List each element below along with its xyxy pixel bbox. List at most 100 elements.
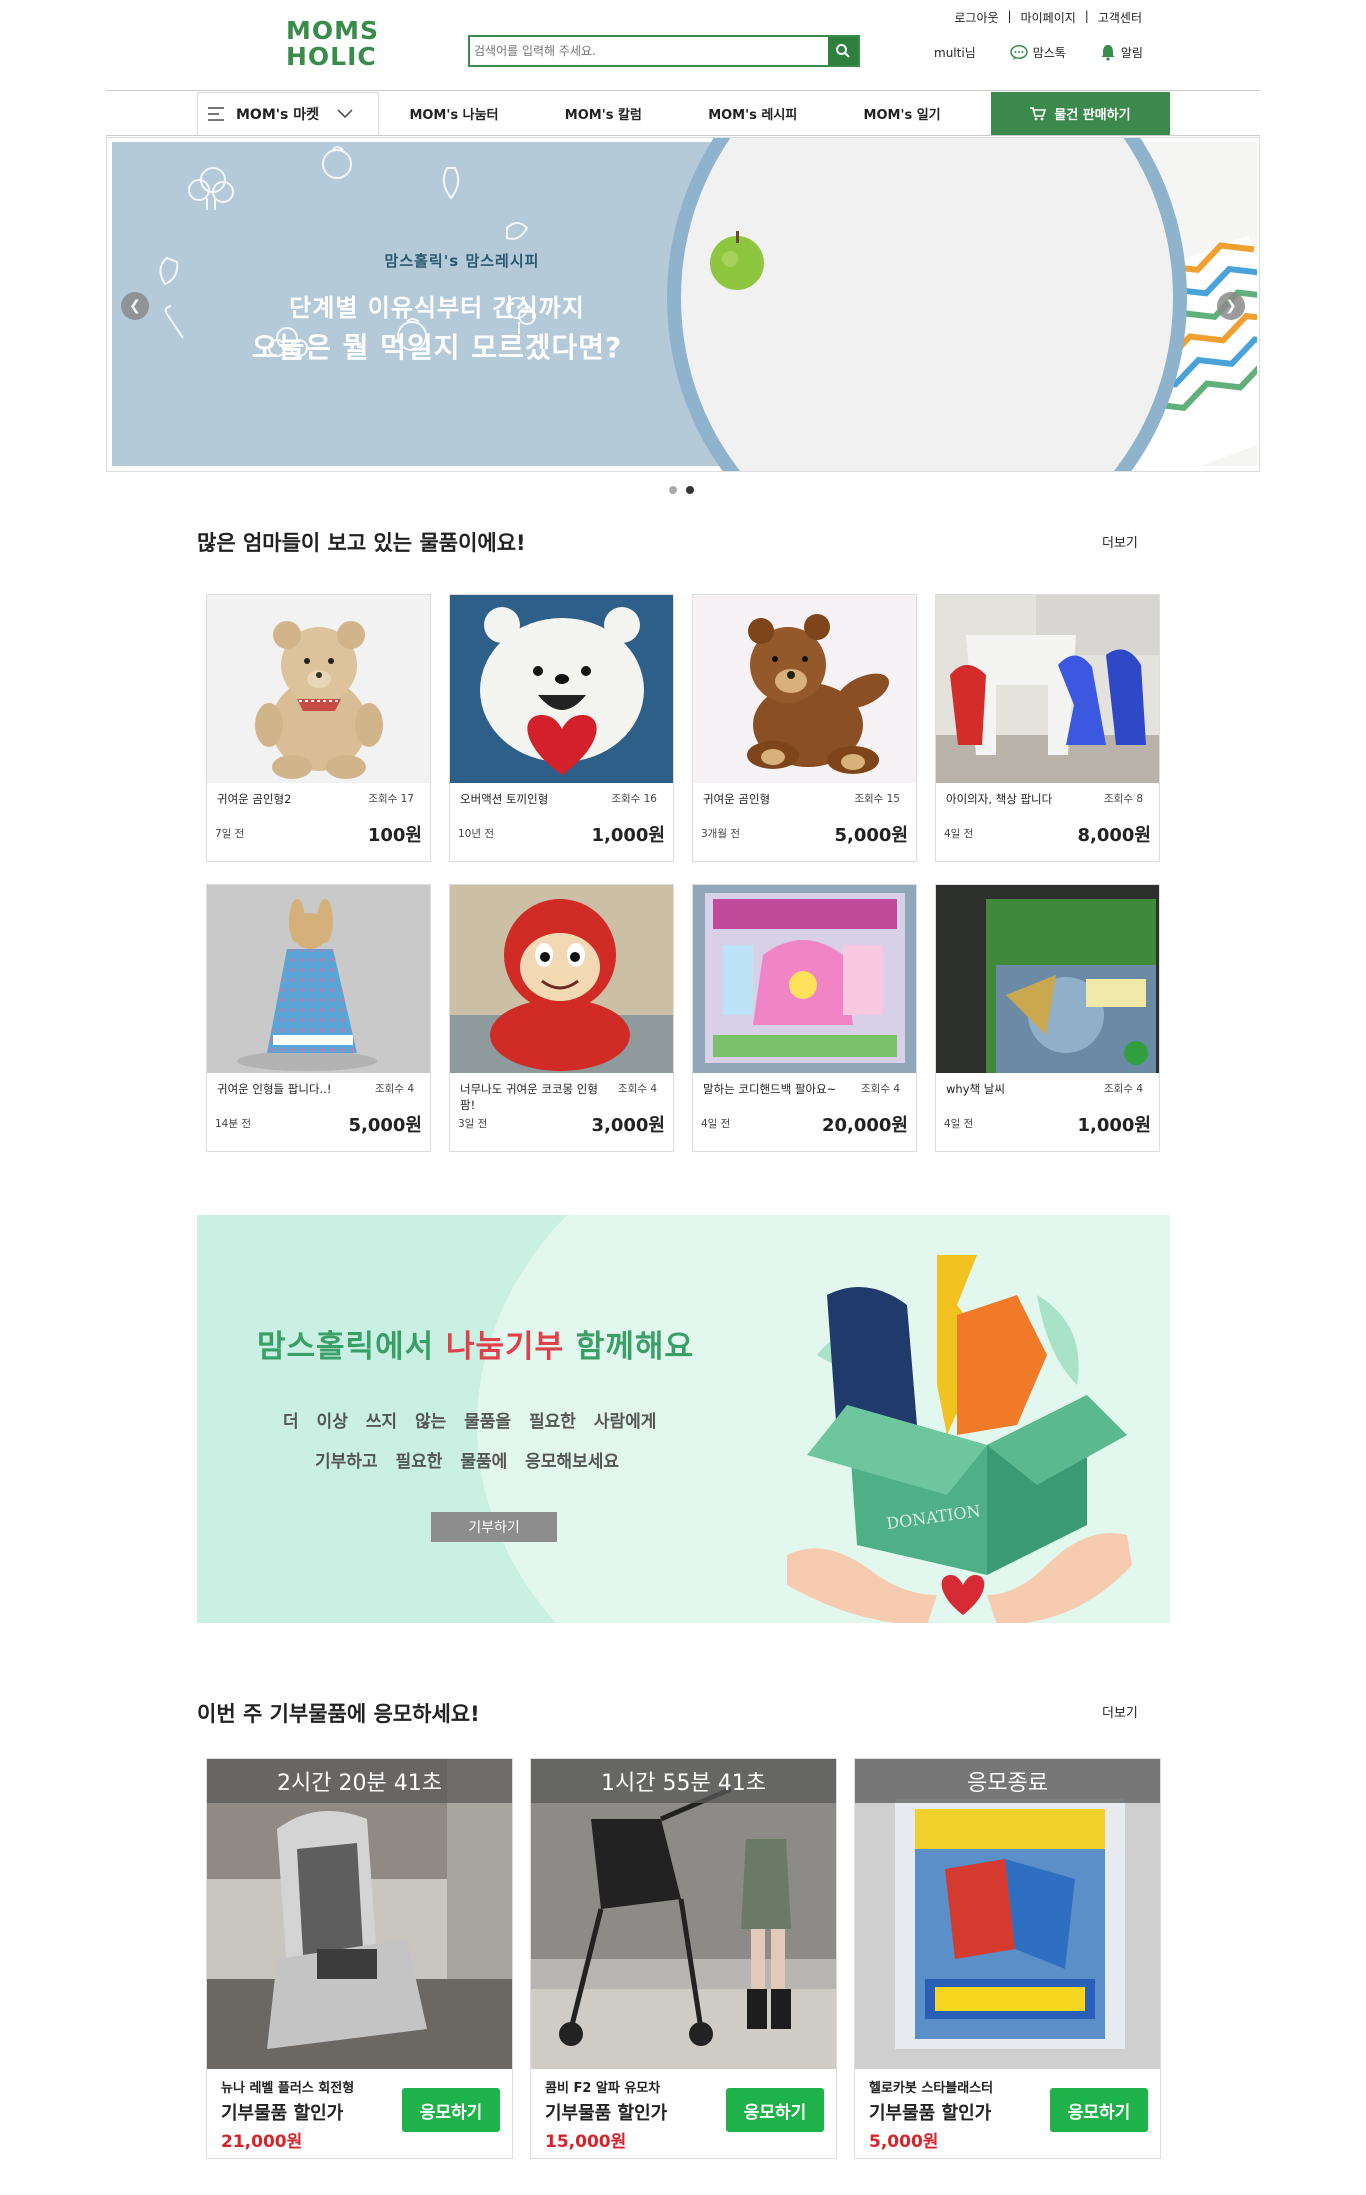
user-bar: multi님 맘스톡 알림 bbox=[934, 44, 1177, 61]
product-time: 14분 전 bbox=[215, 1118, 252, 1130]
donation-image[interactable]: 2시간 20분 41초 bbox=[207, 1759, 512, 2069]
apply-button[interactable]: 응모하기 bbox=[1050, 2088, 1148, 2132]
product-image[interactable] bbox=[207, 595, 430, 783]
donate-button[interactable]: 기부하기 bbox=[431, 1512, 557, 1542]
product-name[interactable]: why책 날씨 bbox=[946, 1081, 1086, 1097]
search-icon bbox=[836, 44, 850, 58]
popular-more-link[interactable]: 더보기 bbox=[1102, 532, 1138, 551]
product-image[interactable] bbox=[450, 885, 673, 1073]
product-image[interactable] bbox=[693, 595, 916, 783]
product-time: 3개월 전 bbox=[701, 828, 740, 840]
product-image[interactable] bbox=[936, 595, 1159, 783]
logo-line2: HOLIC bbox=[286, 42, 377, 71]
mypage-link[interactable]: 마이페이지 bbox=[1021, 9, 1076, 26]
hamburger-icon bbox=[208, 107, 224, 121]
product-name[interactable]: 너무나도 귀여운 코코몽 인형 팜! bbox=[460, 1081, 600, 1113]
nav-divider bbox=[106, 135, 1260, 136]
main-nav: MOM's 마켓 MOM's 나눔터 MOM's 칼럼 MOM's 레시피 MO… bbox=[197, 92, 1171, 135]
product-card[interactable]: 말하는 코디핸드백 팔아요~ 조회수 4 4일 전 20,000원 bbox=[692, 884, 917, 1152]
donation-more-link[interactable]: 더보기 bbox=[1102, 1702, 1138, 1721]
countdown-timer: 2시간 20분 41초 bbox=[207, 1759, 512, 1803]
banner-title-b: 나눔기부 bbox=[445, 1329, 565, 1365]
product-card[interactable]: 너무나도 귀여운 코코몽 인형 팜! 조회수 4 3일 전 3,000원 bbox=[449, 884, 674, 1152]
product-card[interactable]: why책 날씨 조회수 4 4일 전 1,000원 bbox=[935, 884, 1160, 1152]
product-image[interactable] bbox=[450, 595, 673, 783]
product-name[interactable]: 귀여운 곰인형2 bbox=[217, 791, 357, 807]
product-card[interactable]: 귀여운 곰인형 조회수 15 3개월 전 5,000원 bbox=[692, 594, 917, 862]
divider: | bbox=[1007, 9, 1012, 23]
nav-column[interactable]: MOM's 칼럼 bbox=[529, 92, 678, 135]
hero-carousel: 맘스홀릭's 맘스레시피 단계별 이유식부터 간식까지 오늘은 뭘 먹일지 모르… bbox=[106, 137, 1260, 472]
nav-recipe[interactable]: MOM's 레시피 bbox=[678, 92, 827, 135]
chat-label: 맘스톡 bbox=[1032, 46, 1066, 60]
carousel-dots bbox=[669, 486, 694, 494]
cart-icon bbox=[1030, 106, 1047, 120]
sell-button[interactable]: 물건 판매하기 bbox=[990, 92, 1171, 135]
product-name[interactable]: 아이의자, 책상 팝니다 bbox=[946, 791, 1086, 807]
donation-price: 5,000원 bbox=[869, 2132, 939, 2152]
product-views: 조회수 15 bbox=[854, 793, 900, 805]
product-price: 5,000원 bbox=[834, 825, 909, 846]
product-card[interactable]: 아이의자, 책상 팝니다 조회수 8 4일 전 8,000원 bbox=[935, 594, 1160, 862]
donation-item-name[interactable]: 콤비 F2 알파 유모차 bbox=[545, 2077, 660, 2096]
product-card[interactable]: 오버액션 토끼인형 조회수 16 10년 전 1,000원 bbox=[449, 594, 674, 862]
carousel-dot-2[interactable] bbox=[686, 486, 694, 494]
product-image[interactable] bbox=[207, 885, 430, 1073]
donation-card[interactable]: 1시간 55분 41초 콤비 F2 알파 유모차 기부물품 할인가 15,000… bbox=[530, 1758, 837, 2159]
carousel-dot-1[interactable] bbox=[669, 486, 677, 494]
search-bar bbox=[468, 35, 860, 67]
nav-diary[interactable]: MOM's 일기 bbox=[827, 92, 976, 135]
donation-section-title: 이번 주 기부물품에 응모하세요! bbox=[197, 1702, 480, 1726]
header-divider bbox=[106, 90, 1260, 91]
product-name[interactable]: 오버액션 토끼인형 bbox=[460, 791, 600, 807]
donation-item-name[interactable]: 뉴나 레벨 플러스 회전형 bbox=[221, 2077, 354, 2096]
product-time: 7일 전 bbox=[215, 828, 245, 840]
alarm-link[interactable]: 알림 bbox=[1100, 44, 1143, 61]
product-views: 조회수 16 bbox=[611, 793, 657, 805]
brown-bear-image bbox=[693, 595, 916, 783]
search-input[interactable] bbox=[470, 37, 820, 65]
product-card[interactable]: 귀여운 인형들 팝니다..! 조회수 4 14분 전 5,000원 bbox=[206, 884, 431, 1152]
product-views: 조회수 4 bbox=[375, 1083, 414, 1095]
product-name[interactable]: 귀여운 인형들 팝니다..! bbox=[217, 1081, 357, 1097]
banner-title-a: 맘스홀릭에서 bbox=[257, 1329, 446, 1365]
carousel-prev-button[interactable]: ❮ bbox=[121, 292, 149, 320]
toy-handbag-image bbox=[693, 885, 916, 1073]
chevron-right-icon: ❯ bbox=[1225, 298, 1237, 314]
search-button[interactable] bbox=[828, 37, 858, 65]
donation-card[interactable]: 2시간 20분 41초 뉴나 레벨 플러스 회전형 기부물품 할인가 21,00… bbox=[206, 1758, 513, 2159]
popular-section-title: 많은 엄마들이 보고 있는 물품이에요! bbox=[197, 531, 526, 555]
product-price: 5,000원 bbox=[348, 1115, 423, 1136]
category-menu[interactable]: MOM's 마켓 bbox=[197, 92, 380, 135]
username[interactable]: multi님 bbox=[934, 44, 976, 61]
bell-icon bbox=[1101, 45, 1115, 61]
alarm-label: 알림 bbox=[1120, 46, 1143, 60]
customer-center-link[interactable]: 고객센터 bbox=[1098, 9, 1142, 26]
product-time: 4일 전 bbox=[701, 1118, 731, 1130]
product-name[interactable]: 귀여운 곰인형 bbox=[703, 791, 843, 807]
apply-button[interactable]: 응모하기 bbox=[726, 2088, 824, 2132]
chat-link[interactable]: 맘스톡 bbox=[1009, 44, 1066, 61]
donation-image[interactable]: 1시간 55분 41초 bbox=[531, 1759, 836, 2069]
donation-image[interactable]: 응모종료 bbox=[855, 1759, 1160, 2069]
carousel-next-button[interactable]: ❯ bbox=[1217, 292, 1245, 320]
chevron-left-icon: ❮ bbox=[129, 298, 141, 314]
donation-price: 21,000원 bbox=[221, 2132, 303, 2152]
banner-title: 맘스홀릭에서 나눔기부 함께해요 bbox=[257, 1321, 694, 1366]
product-image[interactable] bbox=[693, 885, 916, 1073]
donation-card[interactable]: 응모종료 헬로카봇 스타블래스터 기부물품 할인가 5,000원 응모하기 bbox=[854, 1758, 1161, 2159]
username-label: multi님 bbox=[934, 46, 976, 60]
logout-link[interactable]: 로그아웃 bbox=[954, 9, 998, 26]
product-views: 조회수 4 bbox=[618, 1083, 657, 1095]
product-image[interactable] bbox=[936, 885, 1159, 1073]
apply-button[interactable]: 응모하기 bbox=[402, 2088, 500, 2132]
logo[interactable]: MOMS HOLIC bbox=[286, 18, 378, 72]
stroller-image bbox=[531, 1759, 836, 2069]
donation-price-label: 기부물품 할인가 bbox=[869, 2103, 992, 2124]
product-views: 조회수 17 bbox=[368, 793, 414, 805]
donation-box-illustration: DONATION bbox=[787, 1255, 1132, 1623]
product-card[interactable]: 귀여운 곰인형2 조회수 17 7일 전 100원 bbox=[206, 594, 431, 862]
nav-sharing[interactable]: MOM's 나눔터 bbox=[379, 92, 528, 135]
product-name[interactable]: 말하는 코디핸드백 팔아요~ bbox=[703, 1081, 843, 1097]
donation-item-name[interactable]: 헬로카봇 스타블래스터 bbox=[869, 2077, 993, 2096]
